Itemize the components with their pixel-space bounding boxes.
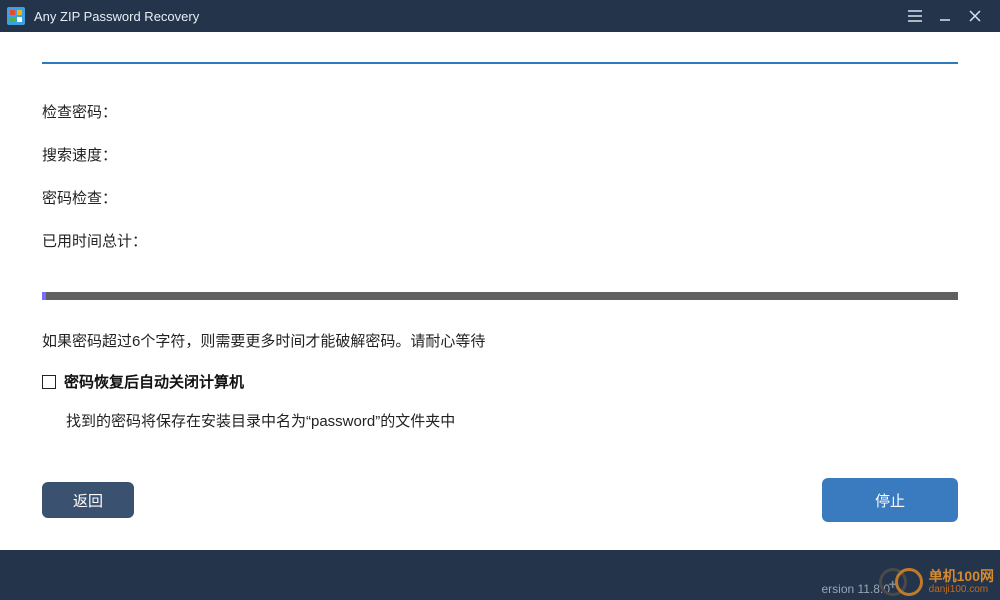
app-logo-icon (6, 6, 26, 26)
shutdown-checkbox-label: 密码恢复后自动关闭计算机 (64, 371, 244, 392)
footer: ersion 11.8.0 + 单机100网 danji100.com (0, 550, 1000, 600)
password-folder-note: 找到的密码将保存在安装目录中名为“password”的文件夹中 (66, 410, 958, 431)
shutdown-checkbox-row: 密码恢复后自动关闭计算机 (42, 371, 958, 392)
watermark-line1: 单机100网 (929, 569, 994, 583)
button-row: 返回 停止 (42, 478, 958, 522)
app-title: Any ZIP Password Recovery (34, 9, 199, 24)
shutdown-checkbox[interactable] (42, 375, 56, 389)
back-button[interactable]: 返回 (42, 482, 134, 518)
stop-button[interactable]: 停止 (822, 478, 958, 522)
titlebar: Any ZIP Password Recovery (0, 0, 1000, 32)
status-fields: 检查密码： 搜索速度： 密码检查： 已用时间总计： (42, 102, 958, 274)
field-elapsed-total: 已用时间总计： (42, 231, 958, 252)
watermark: + 单机100网 danji100.com (879, 566, 994, 598)
menu-icon[interactable] (900, 0, 930, 32)
minimize-icon[interactable] (930, 0, 960, 32)
watermark-line2: danji100.com (929, 585, 994, 595)
field-password-check: 密码检查： (42, 188, 958, 209)
progress-bar (42, 292, 958, 300)
field-check-password: 检查密码： (42, 102, 958, 123)
close-icon[interactable] (960, 0, 990, 32)
field-search-speed: 搜索速度： (42, 145, 958, 166)
long-password-note: 如果密码超过6个字符，则需要更多时间才能破解密码。请耐心等待 (42, 330, 958, 351)
main-content: 检查密码： 搜索速度： 密码检查： 已用时间总计： 如果密码超过6个字符，则需要… (0, 32, 1000, 550)
progress-fill (42, 292, 46, 300)
watermark-logo-icon: + (879, 566, 925, 598)
top-divider (42, 62, 958, 64)
